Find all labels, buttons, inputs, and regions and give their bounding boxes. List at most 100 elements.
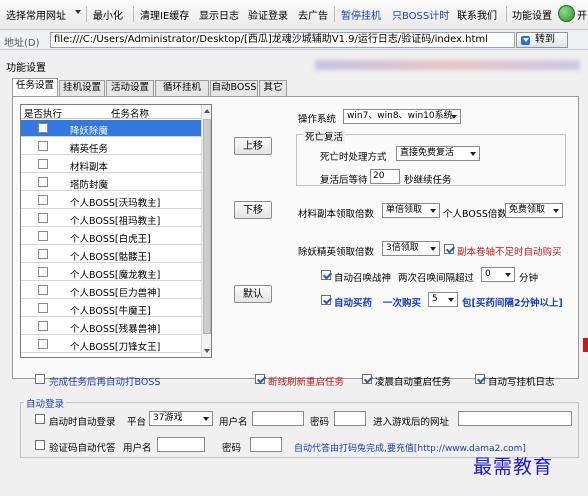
toolbar-divider <box>334 6 335 22</box>
refresh-restart-checkbox[interactable] <box>255 374 265 384</box>
task-list-row[interactable]: 降妖除魔 <box>21 120 201 137</box>
task-list-row[interactable]: 个人BOSS[骷髅王] <box>21 246 201 263</box>
tab-afk-settings[interactable]: 挂机设置 <box>59 80 105 96</box>
boss-timer-only-button[interactable]: 只BOSS计时 <box>392 7 449 22</box>
globe-icon[interactable] <box>558 5 575 22</box>
task-execute-checkbox[interactable] <box>38 213 48 223</box>
auto-boss-after-checkbox[interactable] <box>35 374 45 384</box>
task-list-row[interactable]: 精英任务 <box>21 138 201 155</box>
show-log-button[interactable]: 显示日志 <box>199 7 239 22</box>
morning-restart-label: 凌晨自动重启任务 <box>375 377 452 388</box>
scroll-thumb[interactable] <box>203 119 211 334</box>
tab-event-settings[interactable]: 活动设置 <box>106 80 154 96</box>
task-list[interactable]: 是否执行 任务名称 降妖除魔 精英任务 材料副本 塔防封魔 个人BOSS[沃玛教主] 个人… <box>20 104 212 358</box>
morning-restart-checkbox[interactable] <box>362 374 372 384</box>
death-method-value: 直接免费复活 <box>400 148 455 158</box>
task-list-row[interactable]: 个人BOSS[牛魔王] <box>21 300 201 317</box>
go-arrow-icon <box>521 36 530 45</box>
move-down-button[interactable]: 下移 <box>234 201 272 219</box>
material-reward-label: 材料副本领取倍数 <box>298 209 375 220</box>
clear-ie-cache-button[interactable]: 清理IE缓存 <box>140 7 189 22</box>
death-method-select[interactable]: 直接免费复活 <box>396 146 480 161</box>
task-list-scrollbar[interactable] <box>201 105 211 357</box>
task-list-row[interactable]: 个人BOSS[刀锋女王] <box>21 336 201 353</box>
summon-interval-value: 0 <box>485 269 491 279</box>
remove-ads-button[interactable]: 去广告 <box>298 7 328 22</box>
login-username-label: 用户名 <box>219 417 248 428</box>
task-execute-checkbox[interactable] <box>38 141 48 151</box>
task-list-row[interactable]: 塔防封魔 <box>21 174 201 191</box>
chevron-down-icon <box>448 298 454 302</box>
buy-once-select[interactable]: 5 <box>428 292 458 307</box>
chevron-down-icon[interactable] <box>75 10 81 14</box>
url-input[interactable]: file:///C:/Users/Administrator/Desktop/[… <box>50 32 515 48</box>
scroll-up-icon[interactable] <box>204 109 210 113</box>
task-name: 个人BOSS[魔龙教主] <box>70 270 161 281</box>
task-list-row[interactable]: 个人BOSS[魔龙教主] <box>21 264 201 281</box>
task-list-row[interactable]: 个人BOSS[残暴兽神] <box>21 318 201 335</box>
task-execute-checkbox[interactable] <box>38 231 48 241</box>
captcha-password-input[interactable] <box>250 437 282 452</box>
task-list-row[interactable]: 个人BOSS[白虎王] <box>21 228 201 245</box>
platform-select[interactable]: 37游戏 <box>149 411 213 426</box>
tab-auto-boss[interactable]: 自动BOSS <box>210 80 258 96</box>
task-name: 精英任务 <box>70 144 109 155</box>
material-reward-select[interactable]: 单倍领取 <box>382 203 440 218</box>
task-execute-checkbox[interactable] <box>38 249 48 259</box>
move-up-button[interactable]: 上移 <box>234 137 272 155</box>
elite-reward-select[interactable]: 3倍领取 <box>382 241 440 256</box>
task-list-row[interactable]: 个人BOSS[沃玛教主] <box>21 192 201 209</box>
minimize-button[interactable]: 最小化 <box>93 7 123 22</box>
start-button-partial[interactable]: 开 <box>577 7 587 22</box>
refresh-restart-label: 断线刷新重启任务 <box>268 377 345 388</box>
buy-interval-note: 包[买药间隔2分钟以上] <box>462 298 563 309</box>
verify-login-button[interactable]: 验证登录 <box>248 7 288 22</box>
col-header-execute: 是否执行 <box>24 109 63 120</box>
task-execute-checkbox[interactable] <box>38 285 48 295</box>
login-password-input[interactable] <box>334 411 366 426</box>
task-execute-checkbox[interactable] <box>38 159 48 169</box>
buy-once-value: 5 <box>432 294 438 304</box>
personal-boss-select[interactable]: 免费领取 <box>505 203 563 218</box>
task-list-row[interactable]: 个人BOSS[祖玛教主] <box>21 210 201 227</box>
os-select[interactable]: win7、win8、win10系统 <box>343 109 461 124</box>
startup-login-checkbox[interactable] <box>35 414 45 424</box>
scroll-auto-buy-checkbox[interactable] <box>444 244 454 254</box>
auto-buy-potion-checkbox[interactable] <box>321 295 331 305</box>
task-execute-checkbox[interactable] <box>38 123 48 133</box>
revive-wait-label: 复活后等待 <box>320 175 368 186</box>
function-settings-button[interactable]: 功能设置 <box>512 7 552 22</box>
task-execute-checkbox[interactable] <box>38 303 48 313</box>
captcha-auto-checkbox[interactable] <box>35 440 45 450</box>
scroll-down-icon[interactable] <box>204 349 210 353</box>
auto-summon-checkbox[interactable] <box>321 270 331 280</box>
task-list-row[interactable]: 个人BOSS[巨力兽神] <box>21 282 201 299</box>
common-urls-button[interactable]: 选择常用网址 <box>6 7 66 22</box>
chevron-down-icon <box>430 209 436 213</box>
auto-log-checkbox[interactable] <box>475 374 485 384</box>
pause-afk-button[interactable]: 暂停挂机 <box>341 7 381 22</box>
watermark-logo: 最需教育 <box>473 456 554 478</box>
task-list-row[interactable]: 材料副本 <box>21 156 201 173</box>
revive-wait-input[interactable]: 20 <box>370 169 400 184</box>
task-execute-checkbox[interactable] <box>38 177 48 187</box>
login-password-label: 密码 <box>310 417 330 428</box>
login-username-input[interactable] <box>252 411 304 426</box>
tab-task-settings[interactable]: 任务设置 <box>12 78 58 97</box>
task-name: 降妖除魔 <box>70 126 109 137</box>
game-url-input[interactable] <box>458 411 572 426</box>
go-button[interactable]: 转到 <box>516 32 568 48</box>
contact-us-button[interactable]: 联系我们 <box>457 7 497 22</box>
task-execute-checkbox[interactable] <box>38 195 48 205</box>
task-execute-checkbox[interactable] <box>38 267 48 277</box>
task-execute-checkbox[interactable] <box>38 339 48 349</box>
task-name: 个人BOSS[刀锋女王] <box>70 342 161 353</box>
default-button[interactable]: 默认 <box>234 285 272 303</box>
captcha-username-input[interactable] <box>157 437 205 452</box>
task-execute-checkbox[interactable] <box>38 321 48 331</box>
tab-loop-afk[interactable]: 循环挂机 <box>155 80 209 96</box>
address-label: 地址(D) <box>4 38 40 49</box>
summon-interval-select[interactable]: 0 <box>481 267 515 282</box>
tab-other[interactable]: 其它 <box>259 80 287 96</box>
game-url-label: 进入游戏后的网址 <box>373 417 450 428</box>
